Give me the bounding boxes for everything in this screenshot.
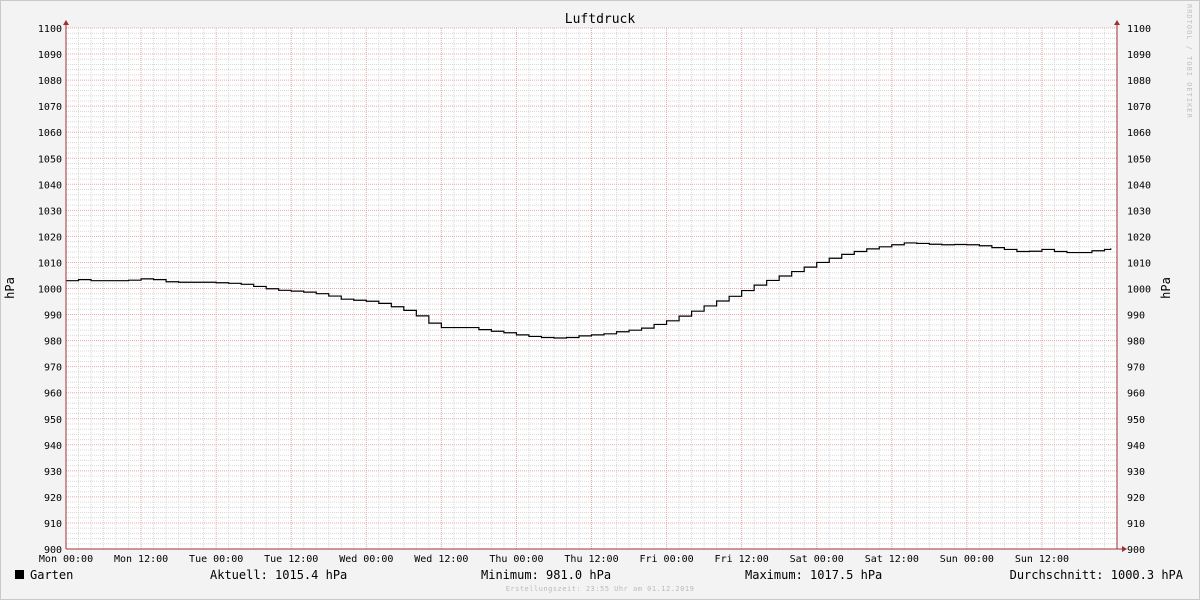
y-tick-label-left: 1020 bbox=[38, 232, 62, 243]
chart-title: Luftdruck bbox=[565, 12, 636, 27]
y-tick-label-right: 930 bbox=[1127, 467, 1145, 478]
y-tick-label-right: 910 bbox=[1127, 519, 1145, 530]
y-tick-label-right: 940 bbox=[1127, 441, 1145, 452]
y-tick-label-left: 950 bbox=[44, 415, 62, 426]
y-tick-label-left: 910 bbox=[44, 519, 62, 530]
y-axis-left-arrow bbox=[63, 20, 69, 25]
y-tick-label-left: 1090 bbox=[38, 50, 62, 61]
x-tick-label: Sun 00:00 bbox=[940, 554, 994, 565]
y-tick-label-right: 920 bbox=[1127, 493, 1145, 504]
y-tick-label-left: 1050 bbox=[38, 154, 62, 165]
footer-timestamp: Erstellungszeit: 23:55 Uhr am 01.12.2019 bbox=[505, 585, 695, 593]
y-tick-label-left: 920 bbox=[44, 493, 62, 504]
y-tick-label-left: 1070 bbox=[38, 102, 62, 113]
y-tick-label-left: 1100 bbox=[38, 24, 62, 35]
x-tick-label: Tue 00:00 bbox=[189, 554, 243, 565]
y-tick-label-left: 1010 bbox=[38, 258, 62, 269]
y-tick-label-right: 1090 bbox=[1127, 50, 1151, 61]
y-tick-label-right: 970 bbox=[1127, 363, 1145, 374]
y-tick-label-right: 1020 bbox=[1127, 232, 1151, 243]
y-tick-label-left: 990 bbox=[44, 311, 62, 322]
y-tick-label-left: 960 bbox=[44, 389, 62, 400]
x-tick-label: Mon 00:00 bbox=[39, 554, 93, 565]
x-tick-label: Thu 00:00 bbox=[489, 554, 543, 565]
stat-average: Durchschnitt: 1000.3 hPA bbox=[1009, 568, 1183, 582]
x-tick-label: Thu 12:00 bbox=[564, 554, 618, 565]
legend-swatch bbox=[15, 570, 24, 579]
x-tick-label: Sat 12:00 bbox=[865, 554, 919, 565]
y-tick-label-left: 940 bbox=[44, 441, 62, 452]
chart: 900 900910 910920 920930 930940 940950 950960 9… bbox=[3, 12, 1173, 565]
watermark-text: RRDTOOL / TOBI OETIKER bbox=[1185, 4, 1193, 119]
y-tick-label-right: 1100 bbox=[1127, 24, 1151, 35]
y-tick-label-left: 1000 bbox=[38, 285, 62, 296]
legend: Garten Aktuell: 1015.4 hPa Minimum: 981.… bbox=[0, 568, 1200, 584]
y-tick-label-right: 990 bbox=[1127, 311, 1145, 322]
legend-series-name: Garten bbox=[30, 568, 74, 582]
y-axis-label-right: hPa bbox=[1159, 277, 1173, 299]
y-tick-label-right: 980 bbox=[1127, 337, 1145, 348]
stat-minimum: Minimum: 981.0 hPa bbox=[481, 568, 612, 582]
y-tick-label-left: 980 bbox=[44, 337, 62, 348]
y-tick-label-right: 1070 bbox=[1127, 102, 1151, 113]
x-tick-label: Wed 00:00 bbox=[339, 554, 393, 565]
y-tick-label-left: 930 bbox=[44, 467, 62, 478]
y-tick-label-right: 1000 bbox=[1127, 285, 1151, 296]
y-tick-label-right: 1080 bbox=[1127, 76, 1151, 87]
y-tick-label-left: 1030 bbox=[38, 206, 62, 217]
y-tick-label-left: 970 bbox=[44, 363, 62, 374]
y-axis-right-arrow bbox=[1114, 20, 1120, 25]
y-tick-label-right: 900 bbox=[1127, 545, 1145, 556]
stat-current: Aktuell: 1015.4 hPa bbox=[210, 568, 348, 582]
x-tick-label: Fri 00:00 bbox=[639, 554, 693, 565]
y-tick-label-right: 950 bbox=[1127, 415, 1145, 426]
x-tick-label: Tue 12:00 bbox=[264, 554, 318, 565]
y-tick-label-right: 1050 bbox=[1127, 154, 1151, 165]
y-tick-label-right: 1060 bbox=[1127, 128, 1151, 139]
y-tick-label-right: 960 bbox=[1127, 389, 1145, 400]
x-tick-label: Fri 12:00 bbox=[715, 554, 769, 565]
y-tick-label-left: 1060 bbox=[38, 128, 62, 139]
stat-maximum: Maximum: 1017.5 hPa bbox=[745, 568, 883, 582]
y-tick-label-left: 1040 bbox=[38, 180, 62, 191]
y-tick-label-right: 1010 bbox=[1127, 258, 1151, 269]
y-axis-label-left: hPa bbox=[3, 277, 17, 299]
x-tick-label: Mon 12:00 bbox=[114, 554, 168, 565]
y-tick-label-left: 1080 bbox=[38, 76, 62, 87]
y-tick-label-right: 1040 bbox=[1127, 180, 1151, 191]
x-tick-label: Sun 12:00 bbox=[1015, 554, 1069, 565]
x-tick-label: Sat 00:00 bbox=[790, 554, 844, 565]
x-tick-label: Wed 12:00 bbox=[414, 554, 468, 565]
y-tick-label-right: 1030 bbox=[1127, 206, 1151, 217]
